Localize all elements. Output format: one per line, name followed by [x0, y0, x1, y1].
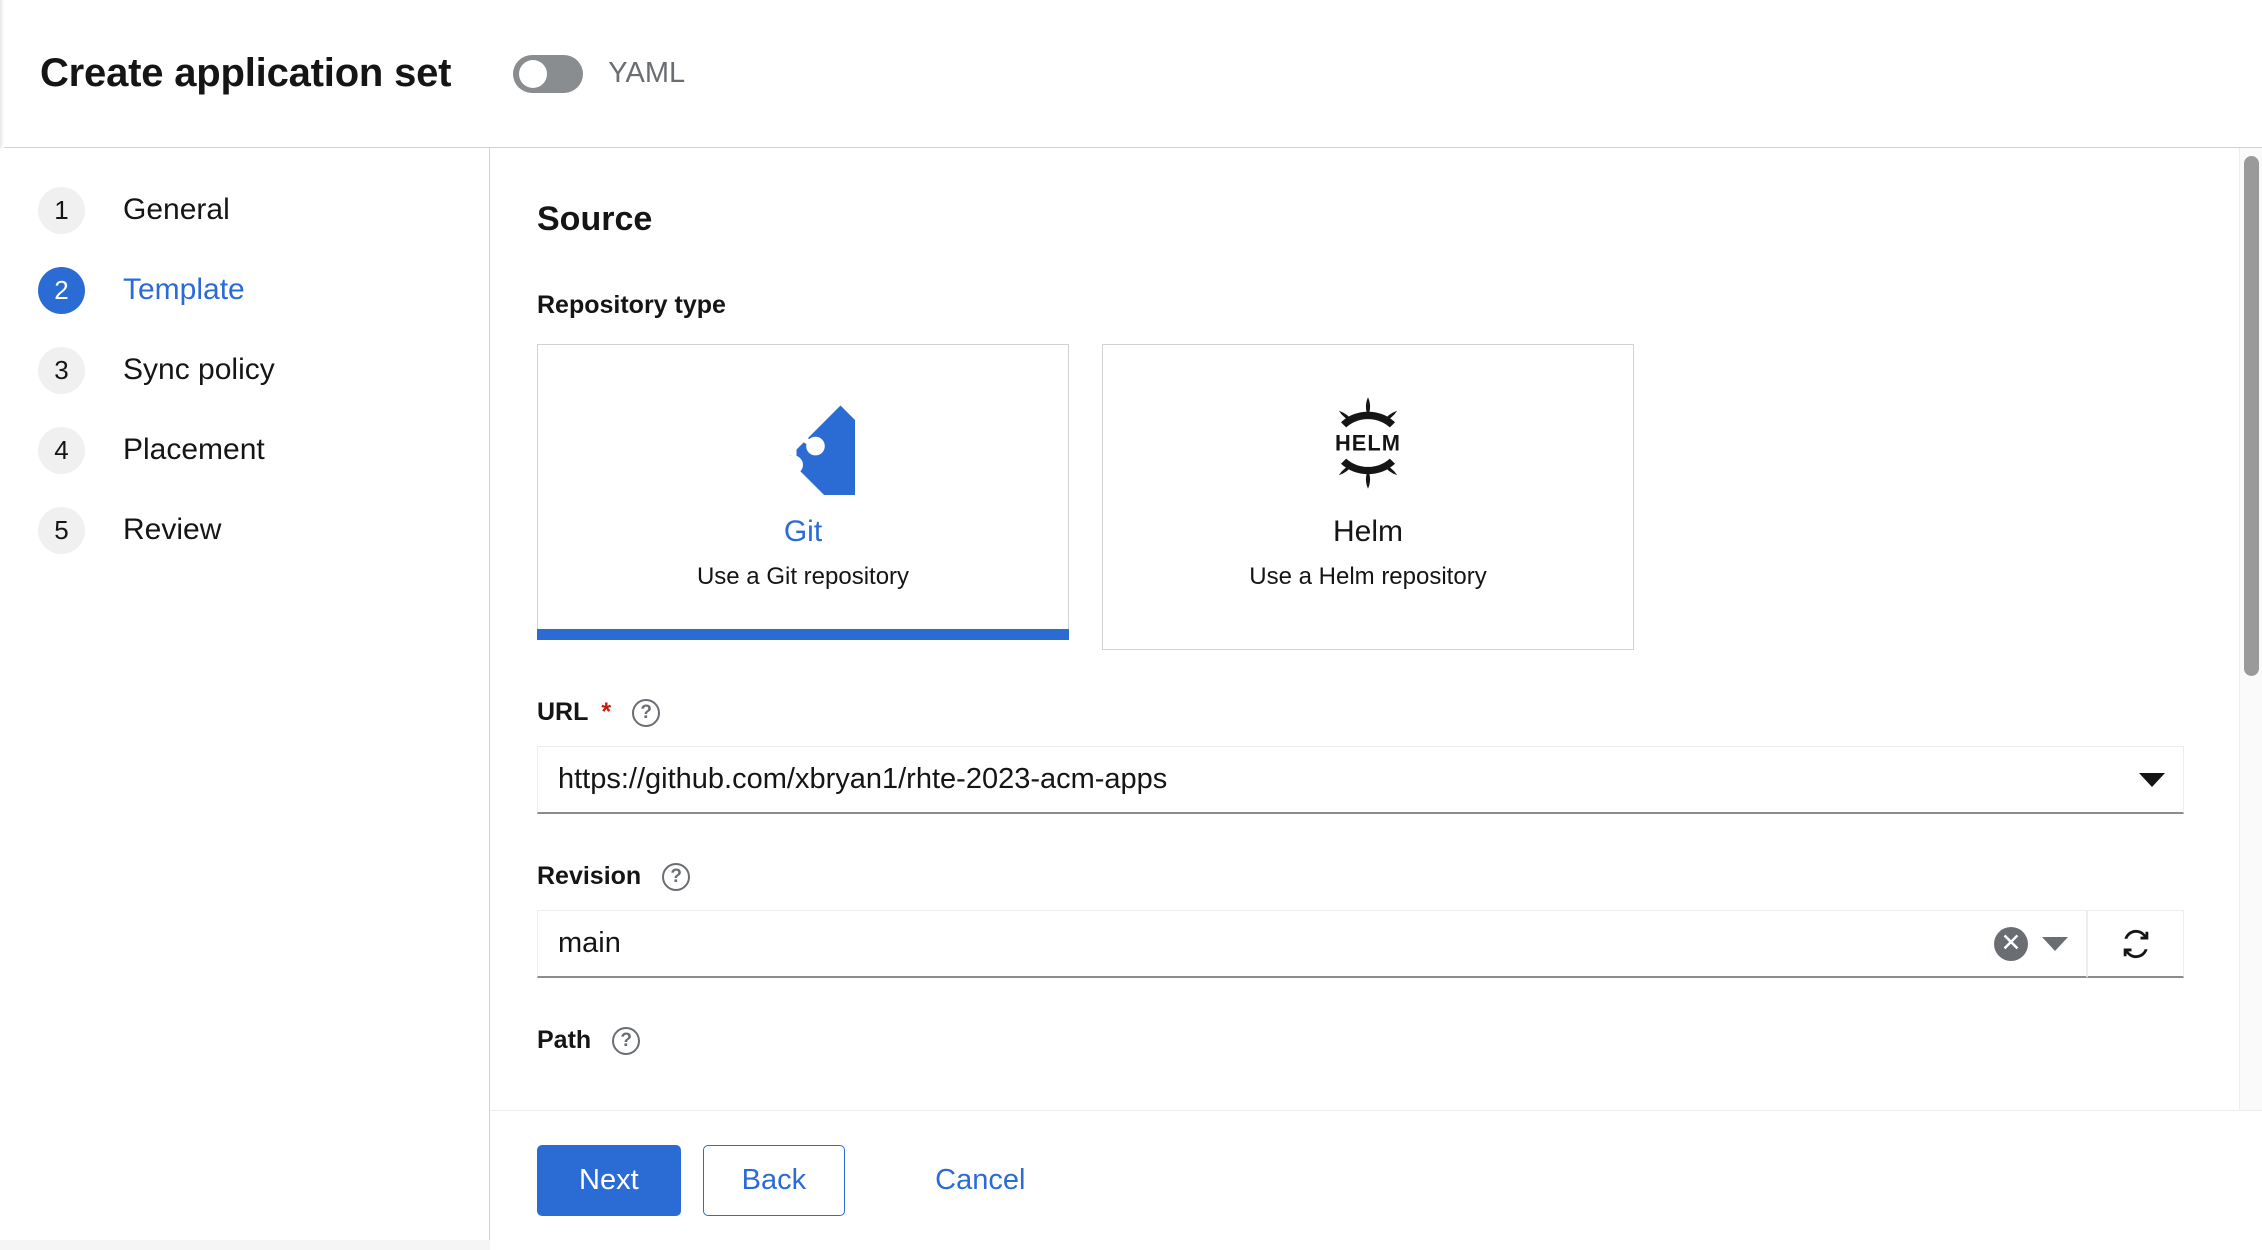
question-circle-icon[interactable]: ?: [612, 1026, 641, 1055]
create-application-set-page: Create application set YAML 1 General 2 …: [0, 0, 2262, 1250]
step-label: Review: [123, 513, 222, 546]
step-label: Sync policy: [123, 353, 275, 386]
revision-field-block: Revision ? main ✕: [537, 862, 2184, 978]
question-circle-icon[interactable]: ?: [662, 862, 691, 891]
step-label: General: [123, 193, 230, 226]
repository-type-card-helm[interactable]: HELM Helm Use a Helm repository: [1102, 344, 1634, 650]
path-field-label: Path ?: [537, 1026, 2184, 1055]
repository-type-label: Repository type: [537, 291, 2184, 320]
wizard-footer: Next Back Cancel: [490, 1110, 2262, 1250]
path-label-text: Path: [537, 1026, 592, 1054]
url-input-value: https://github.com/xbryan1/rhte-2023-acm…: [558, 763, 1168, 795]
revision-field-label: Revision ?: [537, 862, 2184, 891]
git-logo-icon: [751, 387, 855, 499]
chevron-down-icon[interactable]: [2139, 772, 2165, 787]
step-number-badge: 4: [38, 426, 85, 474]
url-field-label: URL * ?: [537, 698, 2184, 727]
page-body: 1 General 2 Template 3 Sync policy 4 Pla…: [0, 148, 2262, 1250]
helm-logo-icon: HELM: [1316, 387, 1420, 499]
vertical-scrollbar[interactable]: [2239, 148, 2262, 1250]
cancel-button[interactable]: Cancel: [905, 1146, 1055, 1215]
repository-type-label-text: Repository type: [537, 291, 726, 319]
sidebar-item-general[interactable]: 1 General: [0, 170, 489, 250]
page-header: Create application set YAML: [0, 0, 2262, 148]
form-scroll-area: Source Repository type Git Use a Git rep…: [490, 148, 2239, 1250]
question-circle-icon[interactable]: ?: [632, 698, 661, 727]
times-circle-icon[interactable]: ✕: [1994, 926, 2028, 961]
step-label: Template: [123, 273, 245, 306]
url-field-block: URL * ? https://github.com/xbryan1/rhte-…: [537, 698, 2184, 814]
required-marker: *: [601, 698, 612, 726]
chevron-down-icon[interactable]: [2042, 936, 2068, 951]
revision-input-value: main: [558, 927, 621, 959]
svg-text:HELM: HELM: [1335, 430, 1401, 455]
section-title-source: Source: [537, 200, 653, 238]
step-number-badge: 5: [38, 506, 85, 554]
step-number-badge: 1: [38, 186, 85, 234]
next-button[interactable]: Next: [537, 1145, 681, 1216]
wizard-main-panel: Source Repository type Git Use a Git rep…: [490, 148, 2262, 1250]
revision-label-text: Revision: [537, 862, 642, 890]
sidebar-item-placement[interactable]: 4 Placement: [0, 410, 489, 490]
step-number-badge: 3: [38, 346, 85, 394]
step-number-badge: 2: [38, 266, 85, 314]
sync-refresh-icon[interactable]: [2087, 910, 2184, 978]
url-input[interactable]: https://github.com/xbryan1/rhte-2023-acm…: [537, 746, 2184, 814]
repository-type-card-group: Git Use a Git repository HELM Helm Use a…: [537, 344, 2184, 650]
yaml-toggle-label: YAML: [608, 57, 686, 89]
back-button[interactable]: Back: [702, 1145, 846, 1216]
scrollbar-thumb[interactable]: [2244, 156, 2259, 676]
revision-input[interactable]: main ✕: [537, 910, 2087, 978]
sidebar-item-review[interactable]: 5 Review: [0, 490, 489, 570]
wizard-step-sidebar: 1 General 2 Template 3 Sync policy 4 Pla…: [0, 148, 490, 1250]
card-description: Use a Git repository: [696, 563, 910, 590]
revision-input-row: main ✕: [537, 910, 2184, 978]
yaml-toggle-switch[interactable]: [513, 54, 584, 93]
page-title: Create application set: [40, 51, 452, 95]
url-label-text: URL: [537, 698, 589, 726]
yaml-toggle-group: YAML: [513, 54, 686, 93]
url-input-row: https://github.com/xbryan1/rhte-2023-acm…: [537, 746, 2184, 814]
repository-type-card-git[interactable]: Git Use a Git repository: [537, 344, 1069, 640]
card-description: Use a Helm repository: [1249, 563, 1487, 590]
card-selected-indicator: [537, 629, 1069, 640]
card-title: Helm: [1332, 515, 1403, 548]
yaml-toggle-knob: [519, 59, 548, 88]
path-field-block: Path ?: [537, 1026, 2184, 1055]
sidebar-item-sync-policy[interactable]: 3 Sync policy: [0, 330, 489, 410]
card-title: Git: [783, 515, 823, 548]
step-label: Placement: [123, 433, 265, 466]
sidebar-item-template[interactable]: 2 Template: [0, 250, 489, 330]
